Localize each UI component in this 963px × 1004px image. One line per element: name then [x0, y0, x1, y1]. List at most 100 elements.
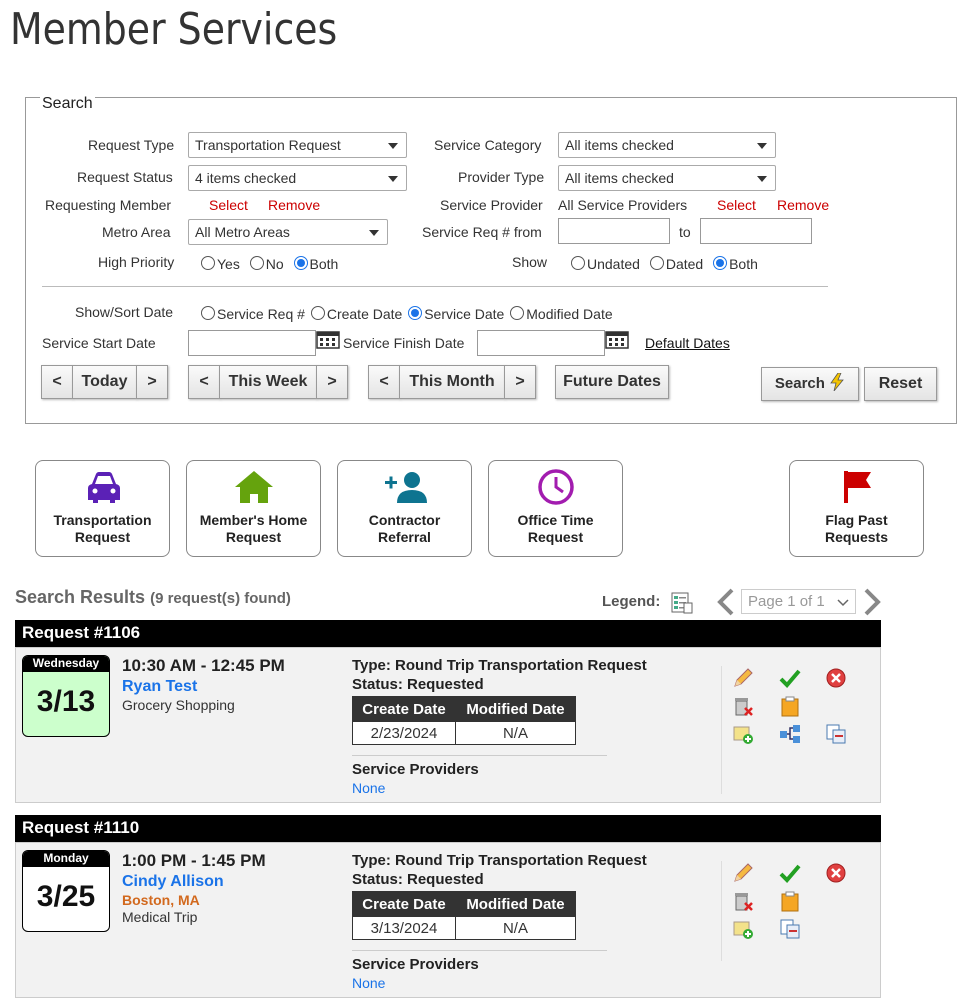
chevron-down-icon [757, 176, 767, 182]
today-button[interactable]: Today [72, 365, 137, 399]
service-req-from-label: Service Req # from [422, 224, 542, 240]
add-note-icon[interactable] [732, 918, 754, 940]
chevron-left-icon[interactable] [716, 588, 736, 616]
metro-area-select[interactable]: All Metro Areas [188, 219, 388, 245]
show-dated-radio[interactable]: Dated [649, 256, 703, 272]
page-select[interactable]: Page 1 of 1 [741, 589, 856, 614]
finish-date-input[interactable] [477, 330, 605, 356]
request-date-badge: Monday 3/25 [22, 850, 110, 932]
chevron-right-icon[interactable] [862, 588, 882, 616]
service-provider-value: All Service Providers [558, 197, 688, 213]
high-priority-label: High Priority [98, 254, 175, 270]
checkmark-icon[interactable] [779, 667, 801, 689]
calendar-icon[interactable] [316, 331, 340, 349]
network-icon[interactable] [779, 723, 801, 745]
members-home-request-card[interactable]: Member's Home Request [186, 460, 321, 557]
request-day: Wednesday [23, 656, 109, 672]
show-undated-radio[interactable]: Undated [571, 256, 640, 272]
hp-no-radio[interactable]: No [249, 256, 284, 272]
member-name-link[interactable]: Cindy Allison [122, 873, 224, 891]
request-type-label: Request Type [88, 137, 175, 153]
future-dates-button[interactable]: Future Dates [555, 365, 669, 399]
cancel-icon[interactable] [825, 862, 847, 884]
show-sort-date-label: Show/Sort Date [75, 304, 174, 320]
search-results-heading: Search Results (9 request(s) found) [15, 587, 291, 607]
reset-button[interactable]: Reset [864, 367, 937, 401]
week-prev-button[interactable]: < [188, 365, 220, 399]
sort-create-date-radio[interactable]: Create Date [310, 306, 402, 322]
provider-select-link[interactable]: Select [717, 197, 756, 213]
service-category-select[interactable]: All items checked [558, 132, 776, 158]
today-next-button[interactable]: > [136, 365, 168, 399]
request-header[interactable]: Request #1106 [15, 620, 881, 647]
service-req-from-input[interactable] [558, 218, 670, 244]
request-purpose: Grocery Shopping [122, 697, 235, 713]
member-remove-link[interactable]: Remove [268, 197, 320, 213]
delete-icon[interactable] [732, 695, 754, 717]
search-button[interactable]: Search [761, 367, 859, 401]
service-req-to-input[interactable] [700, 218, 812, 244]
service-providers-value[interactable]: None [352, 975, 385, 991]
provider-remove-link[interactable]: Remove [777, 197, 829, 213]
modified-date-cell: N/A [454, 916, 577, 940]
sort-service-date-radio[interactable]: Service Date [408, 306, 504, 322]
page-title: Member Services [10, 4, 338, 55]
finish-date-label: Service Finish Date [343, 335, 465, 351]
service-providers-value[interactable]: None [352, 780, 385, 796]
clipboard-icon[interactable] [779, 890, 801, 912]
contractor-referral-card[interactable]: Contractor Referral [337, 460, 472, 557]
service-provider-label: Service Provider [440, 197, 543, 213]
hp-yes-radio[interactable]: Yes [201, 256, 240, 272]
request-type-select[interactable]: Transportation Request [188, 132, 407, 158]
sort-modified-date-radio[interactable]: Modified Date [510, 306, 613, 322]
legend-icon[interactable] [671, 592, 693, 614]
show-both-radio[interactable]: Both [713, 256, 758, 272]
this-month-button[interactable]: This Month [399, 365, 505, 399]
request-day: Monday [23, 851, 109, 867]
request-type: Type: Round Trip Transportation Request [352, 852, 647, 869]
flag-past-requests-card[interactable]: Flag Past Requests [789, 460, 924, 557]
show-radio-group: Undated Dated Both [571, 256, 764, 272]
provider-type-select[interactable]: All items checked [558, 165, 776, 191]
card-label: Transportation Request [53, 512, 152, 545]
high-priority-radio-group: Yes No Both [201, 256, 344, 272]
checkmark-icon[interactable] [779, 862, 801, 884]
add-note-icon[interactable] [732, 723, 754, 745]
copy-icon[interactable] [779, 918, 801, 940]
request-purpose: Medical Trip [122, 909, 198, 925]
delete-icon[interactable] [732, 890, 754, 912]
start-date-input[interactable] [188, 330, 316, 356]
clipboard-icon[interactable] [779, 695, 801, 717]
metro-area-label: Metro Area [102, 224, 171, 240]
office-time-request-card[interactable]: Office Time Request [488, 460, 623, 557]
chevron-down-icon [388, 143, 398, 149]
sort-service-req-radio[interactable]: Service Req # [201, 306, 305, 322]
edit-pencil-icon[interactable] [732, 862, 754, 884]
service-providers-heading: Service Providers [352, 956, 479, 973]
copy-icon[interactable] [825, 723, 847, 745]
show-label: Show [512, 254, 548, 270]
member-name-link[interactable]: Ryan Test [122, 678, 197, 696]
default-dates-link[interactable]: Default Dates [645, 335, 730, 351]
member-select-link[interactable]: Select [209, 197, 248, 213]
today-prev-button[interactable]: < [41, 365, 73, 399]
this-week-button[interactable]: This Week [219, 365, 317, 399]
transportation-request-card[interactable]: Transportation Request [35, 460, 170, 557]
month-next-button[interactable]: > [504, 365, 536, 399]
cancel-icon[interactable] [825, 667, 847, 689]
create-date-cell: 2/23/2024 [352, 721, 456, 745]
month-prev-button[interactable]: < [368, 365, 400, 399]
service-category-label: Service Category [434, 137, 542, 153]
edit-pencil-icon[interactable] [732, 667, 754, 689]
request-card: Monday 3/25 1:00 PM - 1:45 PM Cindy Alli… [15, 842, 881, 998]
request-type: Type: Round Trip Transportation Request [352, 657, 647, 674]
week-next-button[interactable]: > [316, 365, 348, 399]
modified-date-cell: N/A [454, 721, 577, 745]
request-date: 3/13 [36, 685, 96, 718]
hp-both-radio[interactable]: Both [293, 256, 338, 272]
request-status-select[interactable]: 4 items checked [188, 165, 407, 191]
chevron-down-icon [388, 176, 398, 182]
request-header[interactable]: Request #1110 [15, 815, 881, 842]
service-providers-heading: Service Providers [352, 761, 479, 778]
calendar-icon[interactable] [605, 331, 629, 349]
